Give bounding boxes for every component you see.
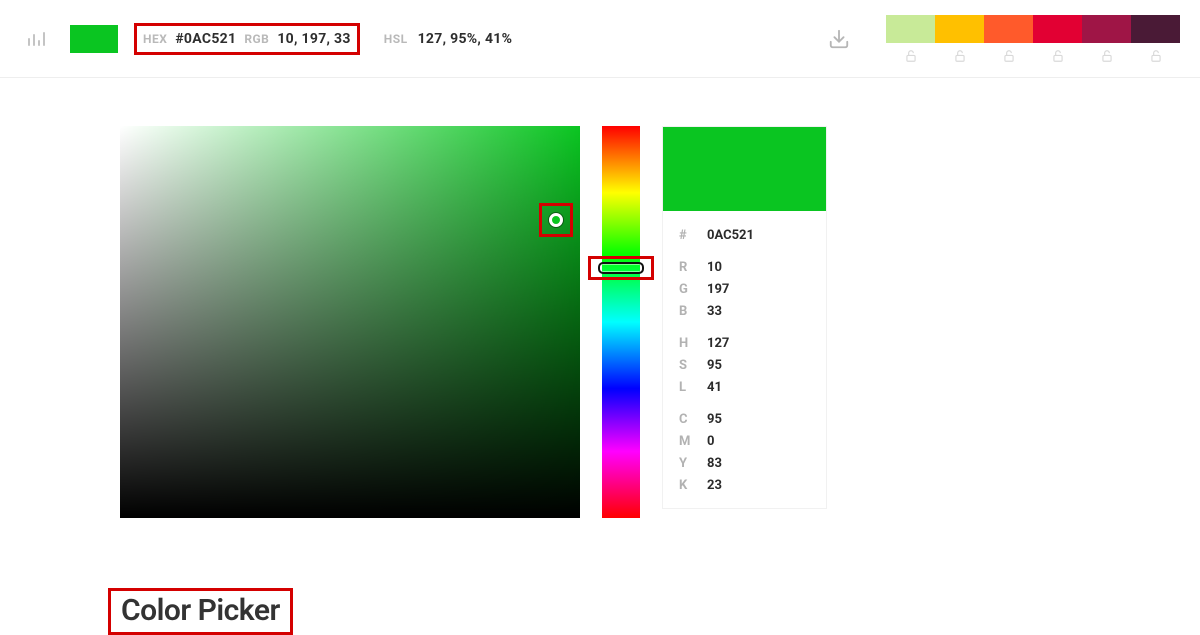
info-k: G: [679, 283, 707, 296]
hex-label: HEX: [143, 32, 167, 46]
palette-swatch[interactable]: [886, 15, 935, 43]
info-v: 0: [707, 435, 714, 448]
hex-value[interactable]: #0AC521: [175, 31, 236, 47]
info-v: 95: [707, 413, 722, 426]
sv-cursor[interactable]: [549, 213, 563, 227]
info-v-hex[interactable]: 0AC521: [707, 229, 754, 242]
info-row-s: S95: [679, 359, 810, 372]
hex-rgb-highlight: HEX #0AC521 RGB 10, 197, 33: [134, 23, 360, 55]
info-panel: # 0AC521 R10 G197 B33 H127 S95 L41 C95 M…: [662, 126, 827, 509]
info-v: 127: [707, 337, 729, 350]
bars-icon: [26, 29, 46, 49]
info-row-r: R10: [679, 261, 810, 274]
info-v: 197: [707, 283, 729, 296]
palette-swatch[interactable]: [1131, 15, 1180, 43]
palette-swatch[interactable]: [984, 15, 1033, 43]
hue-slider[interactable]: [602, 126, 640, 518]
info-k-hash: #: [679, 229, 707, 242]
heading-highlight: Color Picker: [108, 588, 293, 635]
palette-row: [886, 15, 1180, 43]
info-row-c: C95: [679, 413, 810, 426]
info-row-b: B33: [679, 305, 810, 318]
info-k: B: [679, 305, 707, 318]
download-icon[interactable]: [828, 28, 850, 50]
rgb-label: RGB: [244, 32, 269, 46]
info-row-m: M0: [679, 435, 810, 448]
hue-thumb[interactable]: [598, 262, 644, 274]
lock-open-icon[interactable]: [1051, 49, 1065, 63]
info-v: 23: [707, 479, 722, 492]
palette-swatch[interactable]: [1082, 15, 1131, 43]
info-k: S: [679, 359, 707, 372]
info-row-g: G197: [679, 283, 810, 296]
info-row-k: K23: [679, 479, 810, 492]
main: # 0AC521 R10 G197 B33 H127 S95 L41 C95 M…: [0, 78, 1200, 518]
hue-thumb-highlight: [588, 256, 654, 280]
info-k: C: [679, 413, 707, 426]
lock-open-icon[interactable]: [904, 49, 918, 63]
info-v: 10: [707, 261, 722, 274]
info-k: M: [679, 435, 707, 448]
palette-swatch[interactable]: [935, 15, 984, 43]
lock-open-icon[interactable]: [1149, 49, 1163, 63]
info-swatch: [663, 127, 826, 211]
lock-open-icon[interactable]: [953, 49, 967, 63]
info-row-l: L41: [679, 381, 810, 394]
hsl-value[interactable]: 127, 95%, 41%: [418, 31, 513, 47]
lock-open-icon[interactable]: [1002, 49, 1016, 63]
info-v: 41: [707, 381, 722, 394]
hue-track: [602, 126, 640, 518]
current-color-swatch[interactable]: [70, 25, 118, 53]
sv-cursor-highlight: [539, 203, 573, 237]
rgb-value[interactable]: 10, 197, 33: [277, 31, 350, 47]
info-k: R: [679, 261, 707, 274]
info-row-hex: # 0AC521: [679, 229, 810, 242]
saturation-value-field[interactable]: [120, 126, 580, 518]
info-v: 33: [707, 305, 722, 318]
info-row-h: H127: [679, 337, 810, 350]
palette-swatch[interactable]: [1033, 15, 1082, 43]
info-v: 83: [707, 457, 722, 470]
info-k: Y: [679, 457, 707, 470]
topbar: HEX #0AC521 RGB 10, 197, 33 HSL 127, 95%…: [0, 0, 1200, 78]
info-row-y: Y83: [679, 457, 810, 470]
hsl-group: HSL 127, 95%, 41%: [384, 31, 513, 47]
page-title: Color Picker: [121, 593, 280, 628]
hsl-label: HSL: [384, 32, 408, 46]
lock-open-icon[interactable]: [1100, 49, 1114, 63]
info-v: 95: [707, 359, 722, 372]
info-k: H: [679, 337, 707, 350]
palette: [886, 15, 1180, 63]
lock-row: [886, 49, 1180, 63]
info-k: L: [679, 381, 707, 394]
info-k: K: [679, 479, 707, 492]
